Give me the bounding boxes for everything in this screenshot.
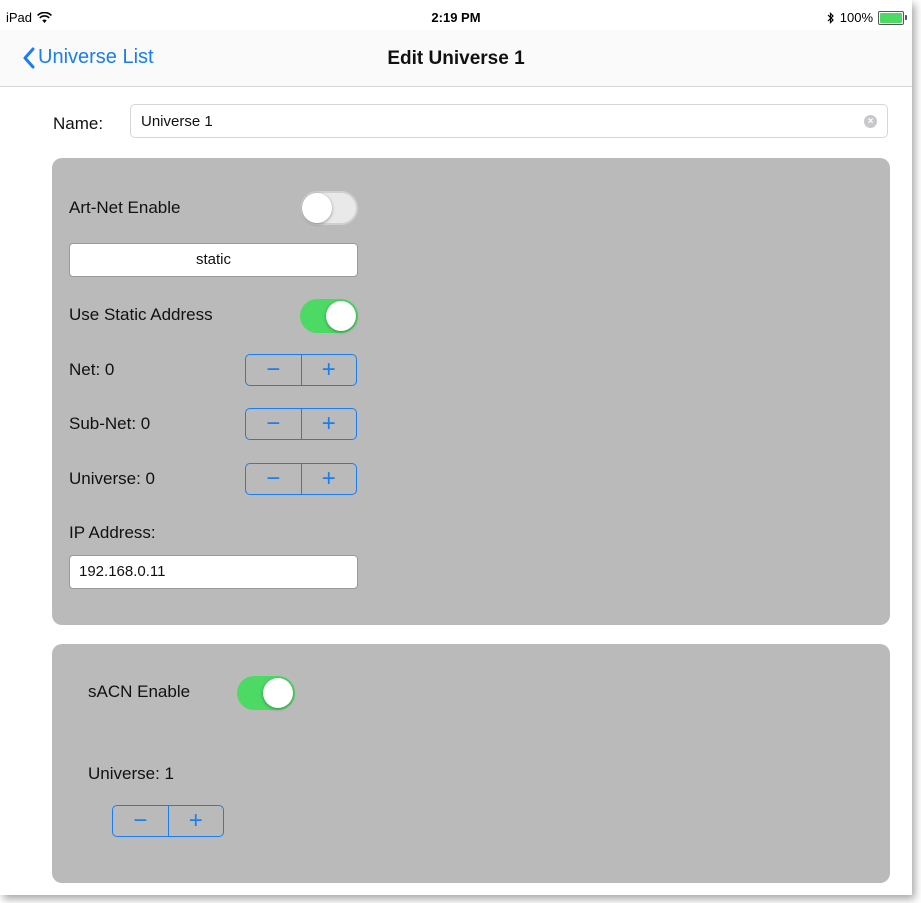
artnet-enable-switch[interactable] bbox=[300, 191, 358, 225]
name-input[interactable]: Universe 1 × bbox=[130, 104, 888, 138]
sacn-panel: sACN Enable Universe: 1 − + bbox=[52, 644, 890, 883]
ip-address-label: IP Address: bbox=[69, 523, 156, 542]
clock: 2:19 PM bbox=[431, 10, 481, 25]
net-stepper[interactable]: − + bbox=[245, 354, 357, 386]
net-label: Net: 0 bbox=[69, 360, 115, 379]
name-input-value: Universe 1 bbox=[141, 113, 213, 130]
use-static-address-switch[interactable] bbox=[300, 299, 358, 333]
ip-address-input[interactable]: 192.168.0.11 bbox=[69, 555, 358, 589]
battery-icon bbox=[878, 10, 907, 25]
sacn-universe-decrement-button[interactable]: − bbox=[113, 806, 169, 836]
net-increment-button[interactable]: + bbox=[302, 355, 357, 385]
subnet-label: Sub-Net: 0 bbox=[69, 414, 151, 433]
sacn-universe-stepper[interactable]: − + bbox=[112, 805, 224, 837]
sacn-enable-label: sACN Enable bbox=[88, 682, 191, 701]
sacn-enable-switch[interactable] bbox=[237, 676, 295, 710]
use-static-address-label: Use Static Address bbox=[69, 305, 213, 324]
name-label: Name: bbox=[53, 114, 104, 133]
ipad-screen: iPad 2:19 PM 100% Universe List Edit Uni… bbox=[0, 0, 912, 895]
artnet-universe-stepper[interactable]: − + bbox=[245, 463, 357, 495]
subnet-decrement-button[interactable]: − bbox=[246, 409, 302, 439]
navigation-bar: Universe List Edit Universe 1 bbox=[0, 30, 912, 87]
subnet-stepper[interactable]: − + bbox=[245, 408, 357, 440]
sacn-universe-increment-button[interactable]: + bbox=[169, 806, 224, 836]
page-title: Edit Universe 1 bbox=[387, 48, 525, 69]
battery-percent: 100% bbox=[839, 10, 873, 25]
artnet-panel: Art-Net Enable static Use Static Address… bbox=[52, 158, 890, 625]
artnet-universe-decrement-button[interactable]: − bbox=[246, 464, 302, 494]
artnet-universe-label: Universe: 0 bbox=[69, 469, 155, 488]
artnet-universe-increment-button[interactable]: + bbox=[302, 464, 357, 494]
sacn-universe-label: Universe: 1 bbox=[88, 764, 174, 783]
net-decrement-button[interactable]: − bbox=[246, 355, 302, 385]
artnet-enable-label: Art-Net Enable bbox=[69, 198, 181, 217]
artnet-mode-field[interactable]: static bbox=[69, 243, 358, 277]
clear-icon[interactable]: × bbox=[864, 115, 877, 128]
bluetooth-icon bbox=[827, 11, 834, 24]
subnet-increment-button[interactable]: + bbox=[302, 409, 357, 439]
status-bar: iPad 2:19 PM 100% bbox=[0, 0, 912, 30]
